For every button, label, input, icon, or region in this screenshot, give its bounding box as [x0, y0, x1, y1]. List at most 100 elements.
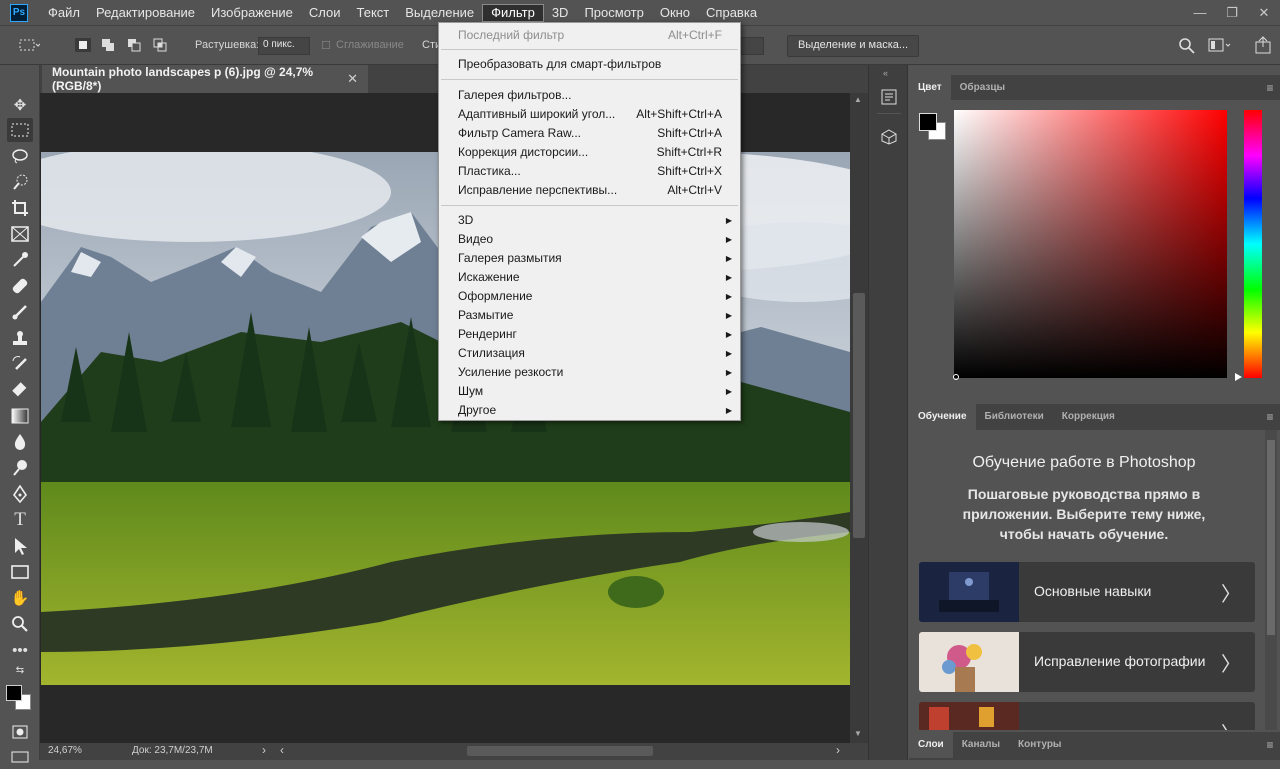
- crop-tool-icon[interactable]: [7, 196, 33, 220]
- clone-stamp-tool-icon[interactable]: [7, 326, 33, 350]
- history-panel-icon[interactable]: [879, 87, 899, 107]
- learn-card-partial[interactable]: 〉: [919, 702, 1255, 730]
- tab-paths[interactable]: Контуры: [1009, 732, 1070, 758]
- history-brush-tool-icon[interactable]: [7, 352, 33, 376]
- submenu-blur[interactable]: Размытие ▶: [439, 306, 740, 325]
- dodge-tool-icon[interactable]: [7, 456, 33, 480]
- hue-slider[interactable]: [1244, 110, 1262, 378]
- status-menu-arrow[interactable]: ›: [262, 743, 266, 757]
- horizontal-scroll-thumb[interactable]: [467, 746, 653, 756]
- tab-channels[interactable]: Каналы: [953, 732, 1009, 758]
- menu-image[interactable]: Изображение: [203, 3, 301, 23]
- rectangular-marquee-tool-icon[interactable]: [7, 118, 33, 142]
- workspace-icon[interactable]: [1208, 38, 1232, 52]
- quick-selection-tool-icon[interactable]: [7, 170, 33, 194]
- subtract-selection-icon[interactable]: [126, 38, 142, 52]
- menu-select[interactable]: Выделение: [397, 3, 482, 23]
- color-picker-field[interactable]: [954, 110, 1227, 378]
- restore-button[interactable]: ❐: [1216, 0, 1248, 25]
- menu-item-liquify[interactable]: Пластика... Shift+Ctrl+X: [439, 162, 740, 181]
- vertical-scrollbar[interactable]: ▲ ▼: [850, 93, 868, 743]
- gradient-tool-icon[interactable]: [7, 404, 33, 428]
- menu-type[interactable]: Текст: [349, 3, 398, 23]
- move-tool-icon[interactable]: ✥: [7, 93, 33, 117]
- select-and-mask-button[interactable]: Выделение и маска...: [787, 35, 920, 57]
- submenu-noise[interactable]: Шум ▶: [439, 382, 740, 401]
- tab-adjustments[interactable]: Коррекция: [1053, 404, 1124, 430]
- submenu-pixelate[interactable]: Оформление ▶: [439, 287, 740, 306]
- path-selection-tool-icon[interactable]: [7, 534, 33, 558]
- hand-tool-icon[interactable]: ✋: [7, 586, 33, 610]
- menu-item-vanishing-point[interactable]: Исправление перспективы... Alt+Ctrl+V: [439, 181, 740, 200]
- layers-panel-menu-icon[interactable]: ≡: [1260, 732, 1280, 760]
- swap-colors-icon[interactable]: ⇆: [7, 662, 33, 678]
- quick-mask-icon[interactable]: [7, 720, 33, 744]
- properties-panel-icon[interactable]: [879, 127, 899, 147]
- submenu-sharpen[interactable]: Усиление резкости ▶: [439, 363, 740, 382]
- rectangle-tool-icon[interactable]: [7, 560, 33, 584]
- learn-card-fix-photo[interactable]: Исправление фотографии 〉: [919, 632, 1255, 692]
- zoom-level[interactable]: 24,67%: [48, 745, 82, 756]
- lasso-tool-icon[interactable]: [7, 144, 33, 168]
- learn-card-fundamental-skills[interactable]: Основные навыки 〉: [919, 562, 1255, 622]
- menu-item-filter-gallery[interactable]: Галерея фильтров...: [439, 86, 740, 105]
- type-tool-icon[interactable]: T: [7, 508, 33, 532]
- search-icon[interactable]: [1178, 37, 1196, 55]
- intersect-selection-icon[interactable]: [152, 38, 168, 52]
- marquee-tool-preset-icon[interactable]: [18, 38, 40, 52]
- learn-panel-scrollbar[interactable]: [1265, 430, 1277, 730]
- menu-window[interactable]: Окно: [652, 3, 698, 23]
- tab-layers[interactable]: Слои: [909, 732, 953, 758]
- scroll-down-icon[interactable]: ▼: [854, 729, 862, 738]
- tab-swatches[interactable]: Образцы: [951, 75, 1014, 101]
- height-input[interactable]: [740, 37, 764, 55]
- menu-item-convert-smart-filters[interactable]: Преобразовать для смарт-фильтров: [439, 55, 740, 74]
- hue-slider-handle[interactable]: [1235, 373, 1242, 381]
- tab-color[interactable]: Цвет: [909, 75, 951, 101]
- collapse-panels-icon[interactable]: «: [883, 68, 888, 78]
- close-window-button[interactable]: ✕: [1248, 0, 1280, 25]
- submenu-blur-gallery[interactable]: Галерея размытия ▶: [439, 249, 740, 268]
- eraser-tool-icon[interactable]: [7, 378, 33, 402]
- zoom-tool-icon[interactable]: [7, 612, 33, 636]
- color-picker-marker[interactable]: [953, 374, 959, 380]
- submenu-3d[interactable]: 3D ▶: [439, 211, 740, 230]
- learn-panel-scroll-thumb[interactable]: [1267, 440, 1275, 635]
- menu-item-lens-correction[interactable]: Коррекция дисторсии... Shift+Ctrl+R: [439, 143, 740, 162]
- add-selection-icon[interactable]: [100, 38, 116, 52]
- frame-tool-icon[interactable]: [7, 222, 33, 246]
- menu-item-adaptive-wide-angle[interactable]: Адаптивный широкий угол... Alt+Shift+Ctr…: [439, 105, 740, 124]
- tab-learn[interactable]: Обучение: [909, 404, 976, 430]
- color-panel-menu-icon[interactable]: ≡: [1260, 75, 1280, 101]
- foreground-color-swatch[interactable]: [6, 685, 22, 701]
- menu-edit[interactable]: Редактирование: [88, 3, 203, 23]
- menu-file[interactable]: Файл: [40, 3, 88, 23]
- document-tab[interactable]: Mountain photo landscapes p (6).jpg @ 24…: [42, 65, 368, 93]
- brush-tool-icon[interactable]: [7, 300, 33, 324]
- share-icon[interactable]: [1254, 36, 1272, 54]
- tab-libraries[interactable]: Библиотеки: [976, 404, 1053, 430]
- close-document-icon[interactable]: ✕: [347, 71, 358, 87]
- submenu-video[interactable]: Видео ▶: [439, 230, 740, 249]
- more-tools-icon[interactable]: •••: [7, 638, 33, 662]
- vertical-scroll-thumb[interactable]: [853, 293, 865, 538]
- menu-3d[interactable]: 3D: [544, 3, 577, 23]
- menu-layers[interactable]: Слои: [301, 3, 349, 23]
- menu-item-camera-raw[interactable]: Фильтр Camera Raw... Shift+Ctrl+A: [439, 124, 740, 143]
- scroll-left-icon[interactable]: ‹: [280, 743, 284, 757]
- feather-input[interactable]: 0 пикс.: [258, 37, 310, 55]
- submenu-other[interactable]: Другое ▶: [439, 401, 740, 420]
- menu-help[interactable]: Справка: [698, 3, 765, 23]
- learn-panel-menu-icon[interactable]: ≡: [1260, 404, 1280, 430]
- scroll-up-icon[interactable]: ▲: [854, 95, 862, 104]
- eyedropper-tool-icon[interactable]: [7, 248, 33, 272]
- menu-view[interactable]: Просмотр: [576, 3, 651, 23]
- color-panel-foreground-swatch[interactable]: [919, 113, 937, 131]
- menu-filter[interactable]: Фильтр: [482, 3, 544, 22]
- submenu-distort[interactable]: Искажение ▶: [439, 268, 740, 287]
- blur-tool-icon[interactable]: [7, 430, 33, 454]
- scroll-right-icon[interactable]: ›: [836, 743, 840, 757]
- submenu-stylize[interactable]: Стилизация ▶: [439, 344, 740, 363]
- minimize-button[interactable]: —: [1184, 0, 1216, 25]
- new-selection-icon[interactable]: [75, 38, 91, 52]
